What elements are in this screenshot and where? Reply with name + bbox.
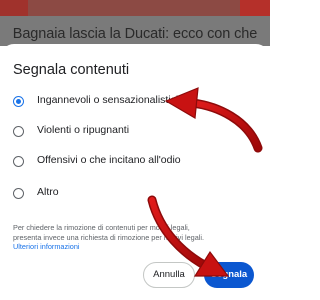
- option-misleading[interactable]: Ingannevoli o sensazionalistici: [0, 90, 270, 116]
- learn-more-link[interactable]: Ulteriori informazioni: [13, 242, 258, 252]
- article-thumbnail: [0, 0, 270, 16]
- option-label: Violenti o ripugnanti: [37, 124, 130, 136]
- background-article: Bagnaia lascia la Ducati: ecco con che: [0, 0, 270, 46]
- option-label: Ingannevoli o sensazionalistici: [37, 94, 179, 106]
- radio-icon[interactable]: [13, 126, 24, 137]
- report-button[interactable]: Segnala: [204, 262, 254, 288]
- radio-selected-icon[interactable]: [13, 96, 24, 107]
- option-label: Altro: [37, 186, 59, 198]
- report-dialog: Segnala contenuti Ingannevoli o sensazio…: [0, 44, 270, 300]
- legal-text-line: presenta invece una richiesta di rimozio…: [13, 232, 205, 242]
- radio-icon[interactable]: [13, 156, 24, 167]
- option-hateful[interactable]: Offensivi o che incitano all'odio: [0, 150, 270, 176]
- legal-notice: Per chiedere la rimozione di contenuti p…: [13, 223, 258, 252]
- option-label: Offensivi o che incitano all'odio: [37, 154, 181, 166]
- cancel-button[interactable]: Annulla: [143, 262, 195, 288]
- dialog-title: Segnala contenuti: [13, 62, 130, 78]
- legal-text-line: Per chiedere la rimozione di contenuti p…: [13, 223, 190, 232]
- option-other[interactable]: Altro: [0, 182, 270, 208]
- option-violent[interactable]: Violenti o ripugnanti: [0, 120, 270, 146]
- radio-icon[interactable]: [13, 188, 24, 199]
- article-headline: Bagnaia lascia la Ducati: ecco con che: [12, 26, 258, 42]
